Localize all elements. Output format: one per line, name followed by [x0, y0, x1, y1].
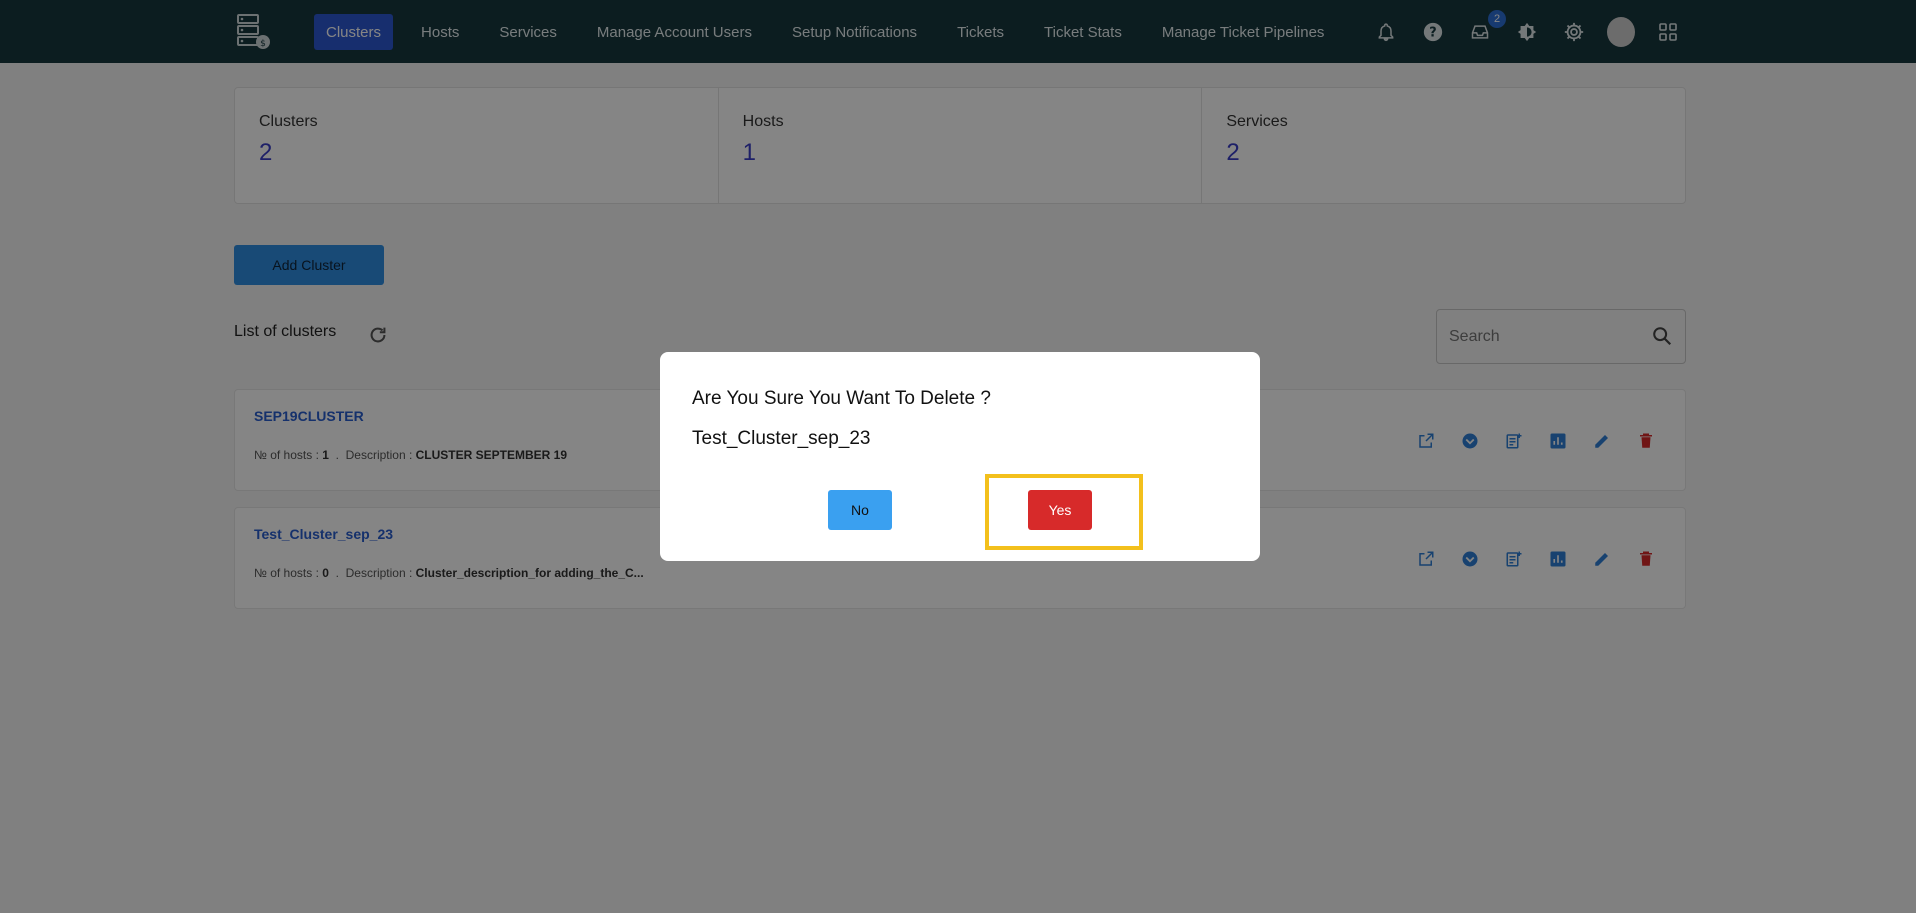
dialog-title: Are You Sure You Want To Delete ? — [692, 388, 991, 409]
no-button[interactable]: No — [828, 490, 892, 530]
yes-button[interactable]: Yes — [1028, 490, 1092, 530]
delete-confirm-dialog: Are You Sure You Want To Delete ? Test_C… — [660, 352, 1260, 561]
dialog-subject: Test_Cluster_sep_23 — [692, 428, 871, 449]
